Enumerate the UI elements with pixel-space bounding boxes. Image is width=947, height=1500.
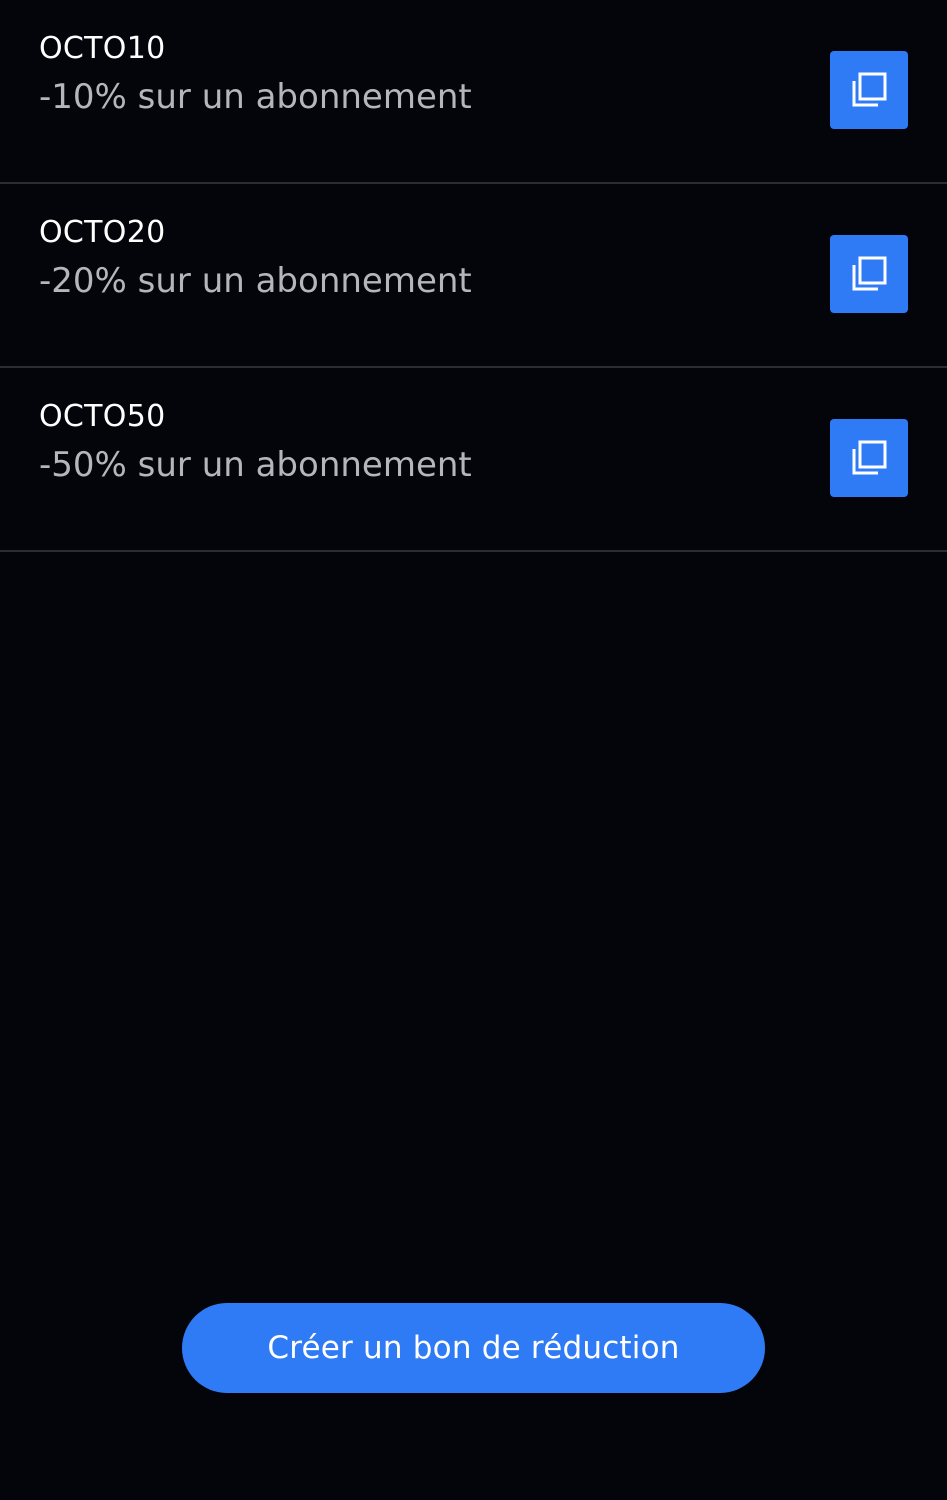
coupon-description: -20% sur un abonnement [39, 261, 472, 301]
create-coupon-button[interactable]: Créer un bon de réduction [182, 1303, 765, 1393]
coupon-code: OCTO10 [39, 31, 166, 66]
copy-icon [852, 440, 887, 475]
coupon-list: OCTO10 -10% sur un abonnement OCTO20 -20… [0, 0, 947, 552]
coupon-description: -10% sur un abonnement [39, 77, 472, 117]
coupon-row: OCTO50 -50% sur un abonnement [0, 368, 947, 552]
coupon-row: OCTO20 -20% sur un abonnement [0, 184, 947, 368]
copy-icon [852, 256, 887, 291]
create-coupon-label: Créer un bon de réduction [267, 1330, 680, 1366]
copy-code-button[interactable] [830, 235, 908, 313]
copy-icon [852, 72, 887, 107]
copy-code-button[interactable] [830, 51, 908, 129]
coupon-code: OCTO20 [39, 215, 166, 250]
coupon-row: OCTO10 -10% sur un abonnement [0, 0, 947, 184]
coupon-code: OCTO50 [39, 399, 166, 434]
copy-code-button[interactable] [830, 419, 908, 497]
coupon-description: -50% sur un abonnement [39, 445, 472, 485]
